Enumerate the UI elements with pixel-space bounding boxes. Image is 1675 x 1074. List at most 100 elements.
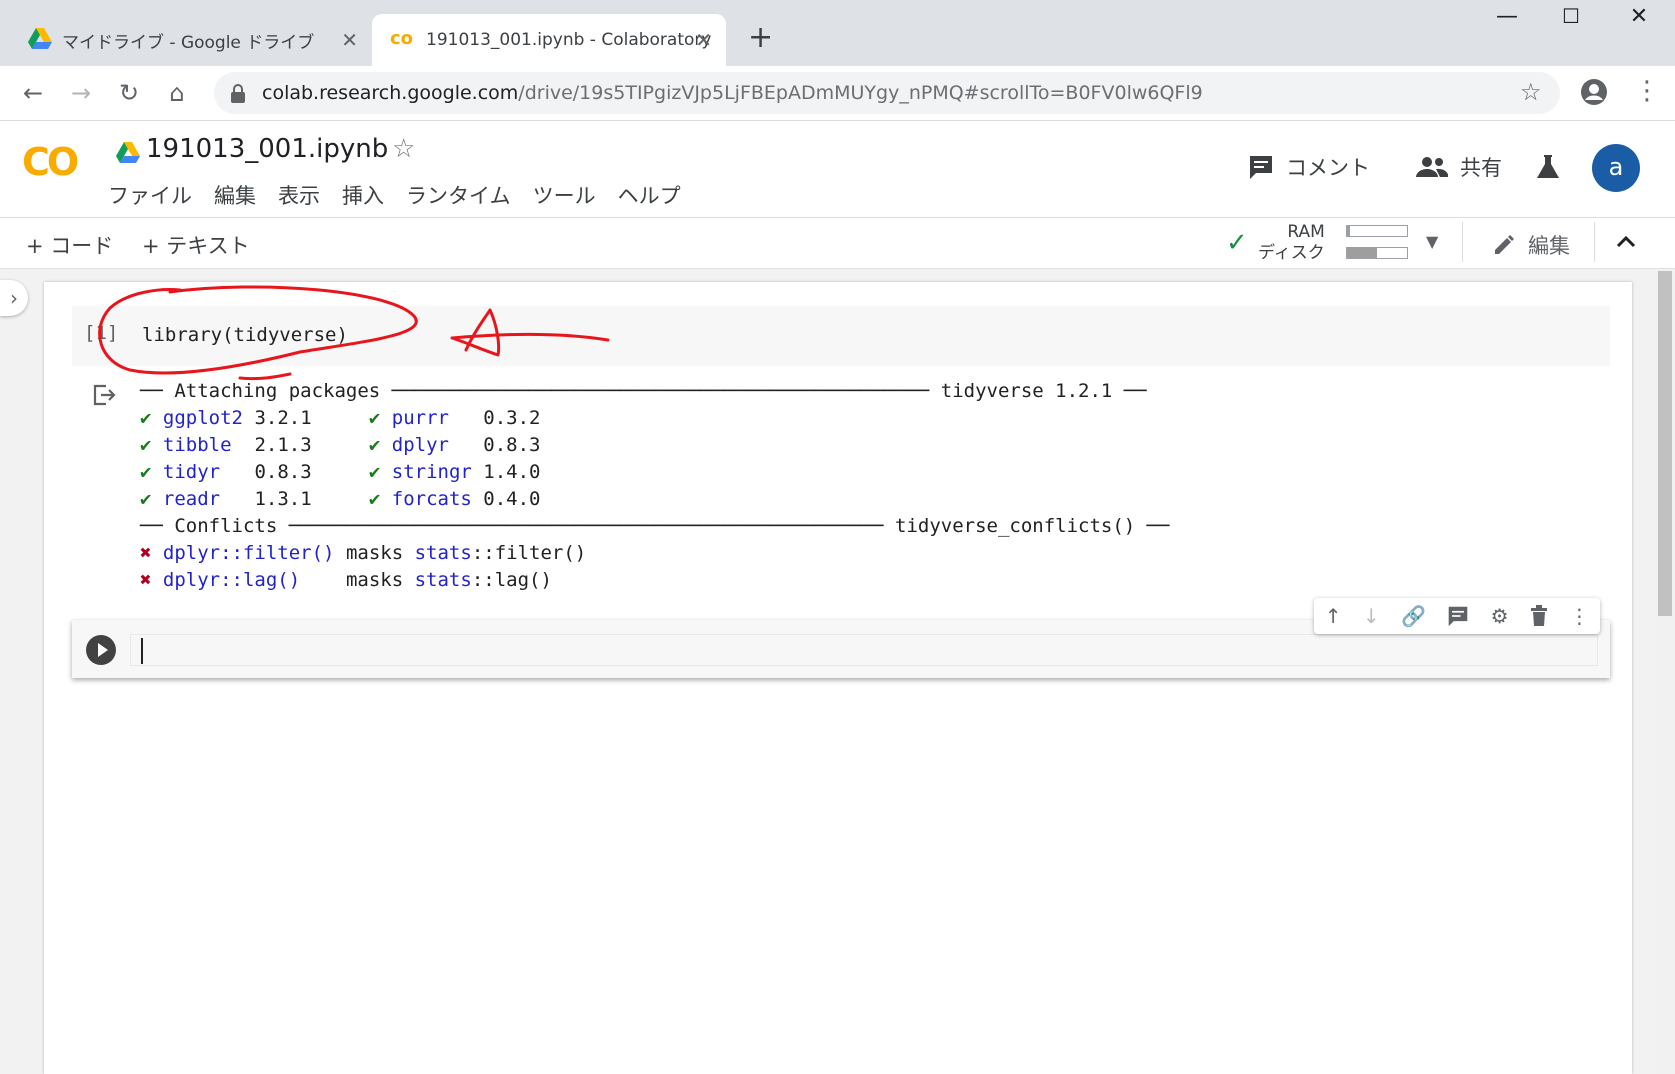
link-icon[interactable]: 🔗: [1401, 604, 1426, 628]
maximize-window-icon[interactable]: ☐: [1548, 4, 1594, 28]
flask-icon[interactable]: [1536, 154, 1560, 180]
conflict-masks: masks: [345, 542, 404, 564]
more-options-icon[interactable]: ⋮: [1569, 604, 1589, 628]
star-icon[interactable]: ☆: [392, 134, 415, 164]
check-icon: ✔: [368, 488, 381, 510]
menu-edit[interactable]: 編集: [214, 180, 256, 210]
move-cell-down-icon[interactable]: ↓: [1363, 604, 1380, 628]
menu-bar: ファイル 編集 表示 挿入 ランタイム ツール ヘルプ: [108, 180, 681, 210]
lock-icon: [231, 84, 245, 103]
masked-package: stats: [414, 542, 472, 564]
package-version: 0.3.2: [483, 407, 541, 429]
gear-icon[interactable]: ⚙: [1491, 604, 1509, 628]
toolbar-divider: [1462, 222, 1463, 262]
trash-icon[interactable]: [1530, 605, 1548, 627]
scrollbar-thumb[interactable]: [1658, 271, 1672, 616]
package-version: 1.4.0: [483, 461, 541, 483]
conflicts-header-right: tidyverse_conflicts() ──: [895, 515, 1170, 537]
menu-help[interactable]: ヘルプ: [618, 180, 681, 210]
package-row: ✔ readr 1.3.1 ✔ forcats 0.4.0: [140, 486, 1610, 513]
tab-title: 191013_001.ipynb - Colaboratory: [426, 30, 712, 50]
back-arrow-icon[interactable]: ←: [16, 76, 50, 110]
menu-tools[interactable]: ツール: [533, 180, 596, 210]
google-drive-icon[interactable]: [116, 142, 140, 164]
menu-file[interactable]: ファイル: [108, 180, 192, 210]
code-editor[interactable]: [130, 634, 1598, 666]
conflict-package: dplyr: [162, 569, 221, 591]
tab-colaboratory[interactable]: co 191013_001.ipynb - Colaboratory ✕: [372, 14, 726, 66]
package-pad: [472, 488, 483, 510]
check-icon: ✔: [368, 461, 381, 483]
browser-menu-icon[interactable]: ⋮: [1634, 76, 1660, 106]
disk-usage-bar: [1346, 247, 1408, 259]
new-tab-button[interactable]: +: [748, 20, 773, 55]
conflicts-header-left: ── Conflicts ───────────────────────────…: [140, 515, 884, 537]
move-cell-up-icon[interactable]: ↑: [1325, 604, 1342, 628]
masked-package: stats: [414, 569, 472, 591]
add-code-button[interactable]: + コード: [26, 230, 113, 260]
comment-label: コメント: [1286, 156, 1370, 180]
package-pad: [220, 488, 254, 510]
collapse-chevron-up-icon[interactable]: [1616, 234, 1636, 248]
run-cell-play-icon[interactable]: [86, 635, 116, 665]
cell-actions-toolbar: ↑ ↓ 🔗 ⚙ ⋮: [1314, 598, 1600, 634]
menu-runtime[interactable]: ランタイム: [406, 180, 511, 210]
ram-label: RAM: [1287, 222, 1325, 242]
ram-usage-fill: [1347, 226, 1350, 236]
url-path: /drive/19s5TIPgizVJp5LjFBEpADmMUYgy_nPMQ…: [518, 82, 1203, 104]
close-tab-icon[interactable]: ✕: [695, 28, 712, 52]
check-icon: ✔: [140, 488, 152, 510]
profile-icon[interactable]: [1580, 78, 1608, 106]
close-tab-icon[interactable]: ✕: [341, 28, 358, 52]
edit-button[interactable]: 編集: [1492, 230, 1570, 260]
package-pad: [449, 407, 483, 429]
package-name: ggplot2: [162, 407, 243, 429]
reload-icon[interactable]: ↻: [112, 76, 146, 110]
google-drive-icon: [28, 28, 52, 49]
runtime-dropdown-icon[interactable]: ▼: [1426, 232, 1438, 251]
menu-view[interactable]: 表示: [278, 180, 320, 210]
avatar[interactable]: a: [1592, 144, 1640, 192]
conflict-row: ✖ dplyr::lag() masks stats::lag(): [140, 567, 1610, 594]
conflict-pad: [335, 542, 346, 564]
package-name: tibble: [162, 434, 232, 456]
package-pad: [472, 461, 483, 483]
text-cursor: [141, 638, 143, 664]
share-button[interactable]: 共有: [1416, 152, 1502, 182]
conflict-function: ::lag(): [220, 569, 301, 591]
check-icon: ✔: [140, 434, 152, 456]
package-pad: [449, 434, 483, 456]
comment-icon[interactable]: [1447, 605, 1469, 627]
forward-arrow-icon[interactable]: →: [64, 76, 98, 110]
code-editor-text[interactable]: library(tidyverse): [142, 324, 348, 346]
check-icon: ✔: [140, 461, 152, 483]
package-name: forcats: [391, 488, 472, 510]
minimize-window-icon[interactable]: —: [1484, 4, 1530, 29]
package-pad: [243, 407, 254, 429]
edit-label: 編集: [1528, 234, 1570, 258]
notebook-title[interactable]: 191013_001.ipynb: [146, 134, 388, 164]
cell-toolbar: [0, 218, 1675, 269]
check-icon: ✔: [368, 407, 381, 429]
package-pad: [220, 461, 254, 483]
url-host: colab.research.google.com: [262, 82, 519, 104]
comment-icon: [1250, 156, 1272, 179]
tab-google-drive[interactable]: マイドライブ - Google ドライブ ✕: [0, 14, 372, 66]
bookmark-star-icon[interactable]: ☆: [1520, 78, 1542, 106]
comment-button[interactable]: コメント: [1248, 152, 1370, 182]
home-icon[interactable]: ⌂: [160, 76, 194, 110]
url-text: colab.research.google.com/drive/19s5TIPg…: [262, 82, 1203, 104]
cell-output: ── Attaching packages ──────────────────…: [140, 378, 1610, 594]
clear-output-icon[interactable]: [92, 384, 116, 406]
package-version: 3.2.1: [254, 407, 312, 429]
disk-label: ディスク: [1258, 243, 1325, 263]
disk-usage-fill: [1347, 248, 1377, 258]
toolbar-divider: [1594, 222, 1595, 262]
add-text-button[interactable]: + テキスト: [142, 230, 250, 260]
colab-logo[interactable]: CO: [22, 140, 79, 184]
execution-count: [1]: [84, 322, 119, 344]
package-name: stringr: [391, 461, 472, 483]
resource-labels[interactable]: RAM ディスク: [1258, 222, 1325, 264]
close-window-icon[interactable]: ✕: [1616, 4, 1662, 29]
menu-insert[interactable]: 挿入: [342, 180, 384, 210]
